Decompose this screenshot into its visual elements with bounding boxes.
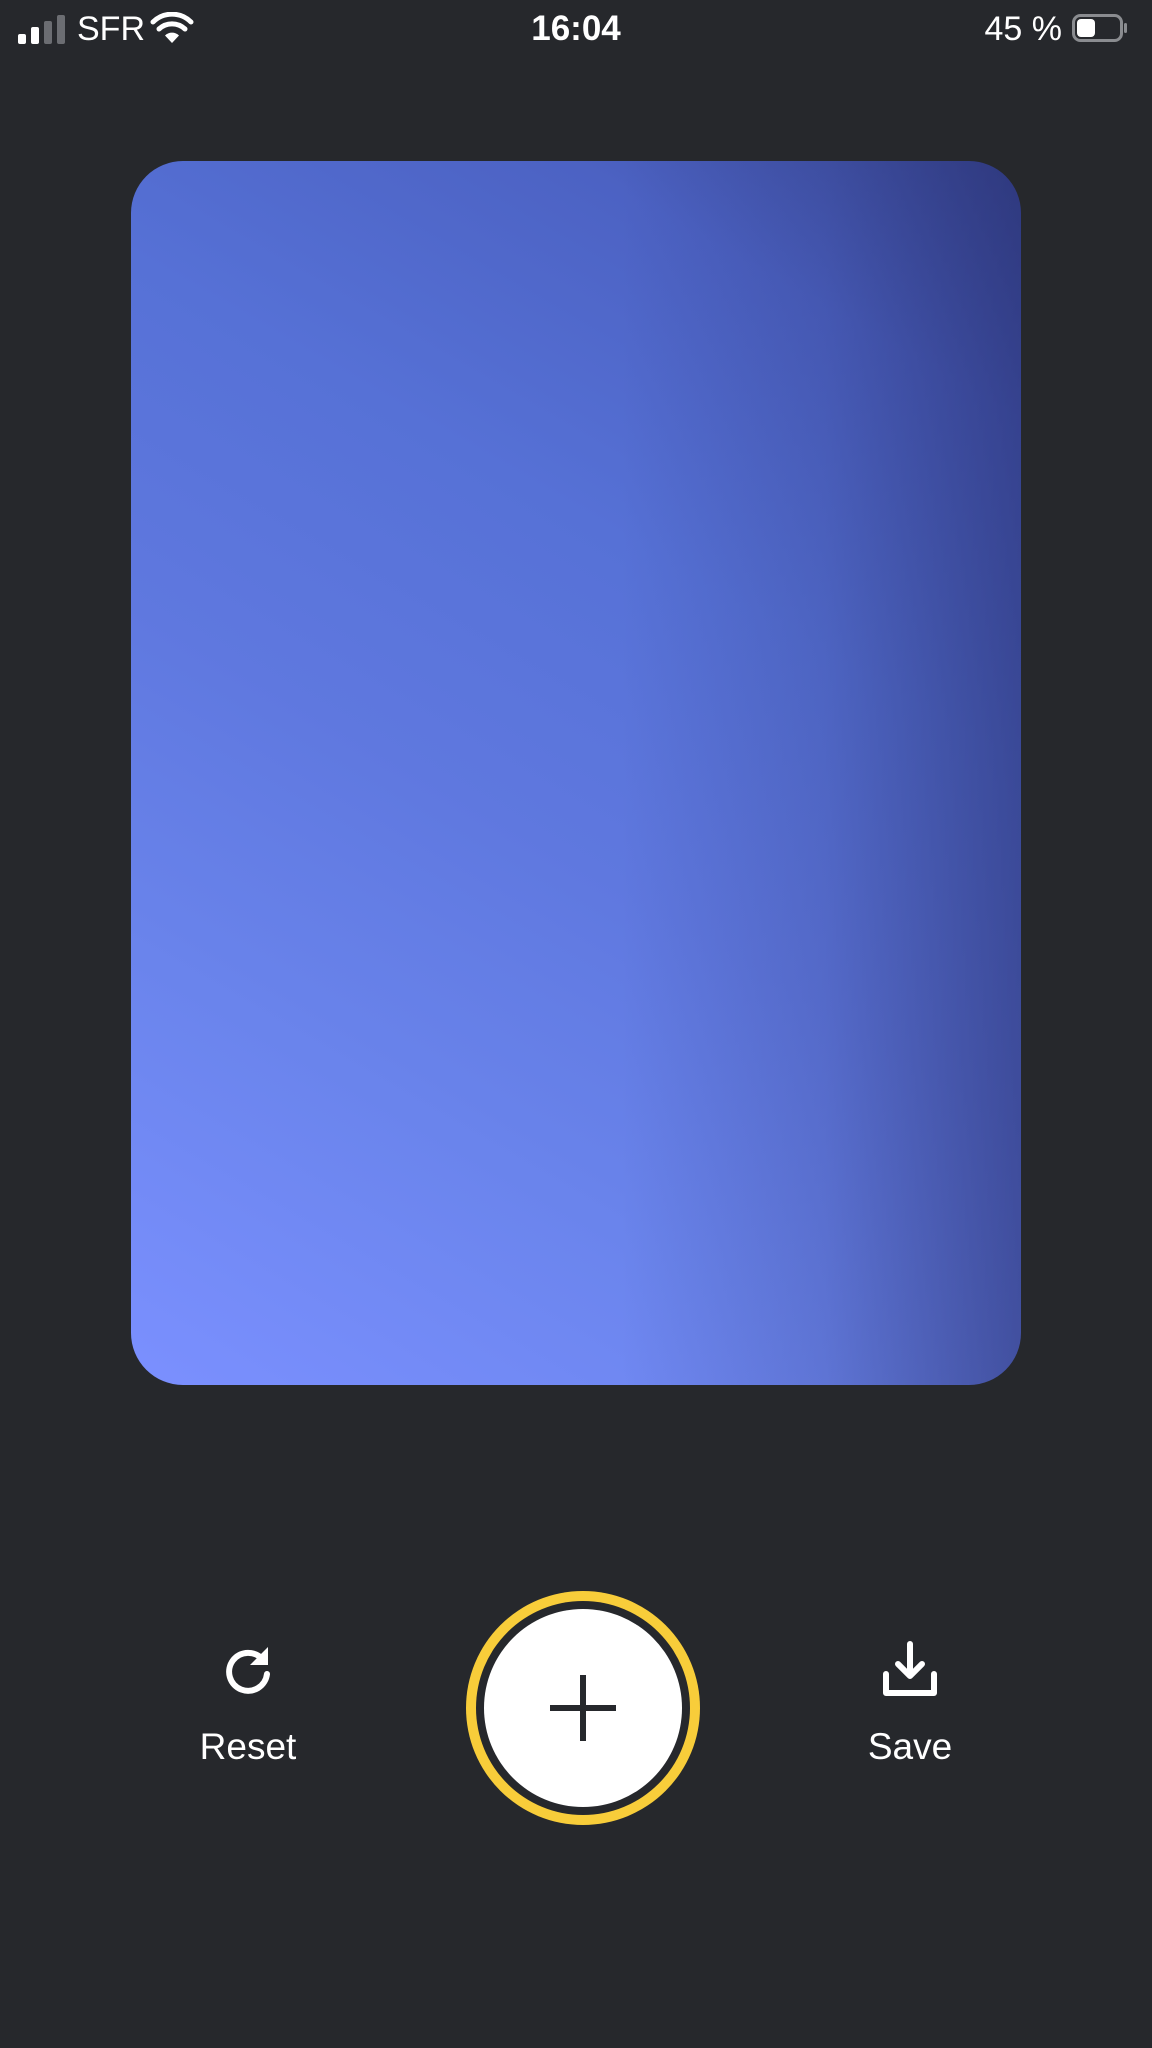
screen: SFR 16:04 45 % Reset Save <box>0 0 1152 2048</box>
battery-icon <box>1072 14 1127 42</box>
reset-label: Reset <box>199 1726 297 1767</box>
status-bar: SFR 16:04 45 % <box>0 0 1152 60</box>
reset-button[interactable]: Reset <box>168 1630 328 1769</box>
add-button-ring <box>476 1601 690 1815</box>
download-icon <box>883 1641 937 1696</box>
plus-icon <box>550 1675 616 1741</box>
save-button[interactable]: Save <box>830 1630 990 1769</box>
battery-percentage: 45 % <box>984 10 1063 48</box>
add-button-face <box>484 1609 682 1807</box>
refresh-icon <box>226 1647 270 1694</box>
save-label: Save <box>867 1726 953 1767</box>
add-button[interactable] <box>466 1591 700 1825</box>
status-time: 16:04 <box>531 9 621 48</box>
gradient-preview-card[interactable] <box>131 161 1021 1385</box>
